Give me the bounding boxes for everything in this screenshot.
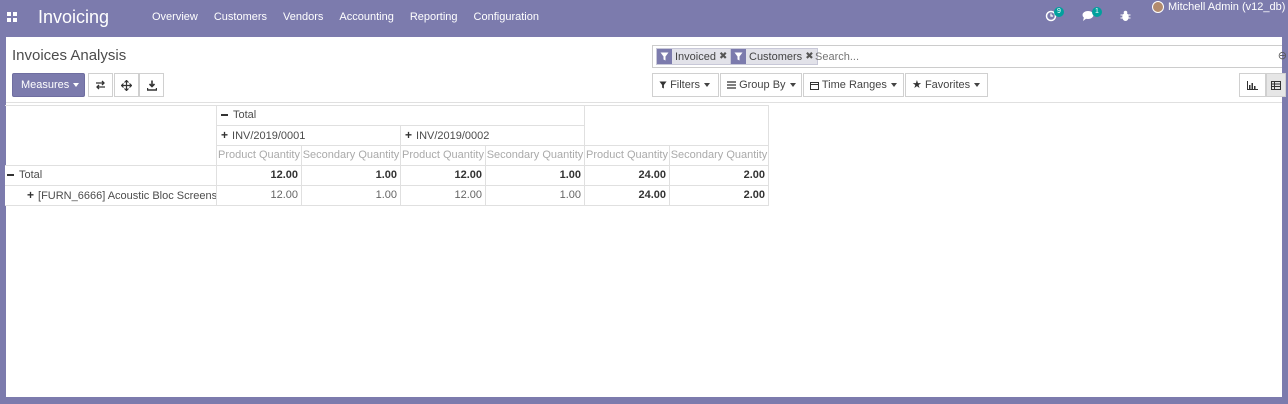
- expand-all-button[interactable]: [114, 73, 139, 97]
- measure-header[interactable]: Product Quantity: [584, 145, 670, 166]
- filters-dropdown[interactable]: Filters: [652, 73, 719, 97]
- timeranges-dropdown[interactable]: Time Ranges: [803, 73, 904, 97]
- menu-vendors[interactable]: Vendors: [283, 11, 323, 23]
- measure-header[interactable]: Secondary Quantity: [669, 145, 769, 166]
- measure-header[interactable]: Secondary Quantity: [301, 145, 401, 166]
- collapse-icon: [221, 114, 228, 117]
- row-header-label: [FURN_6666] Acoustic Bloc Screens: [38, 190, 217, 202]
- download-icon: [146, 80, 157, 91]
- pivot-cell: 1.00: [485, 185, 585, 206]
- groupby-dropdown[interactable]: Group By: [720, 73, 802, 97]
- facet-label: Invoiced: [675, 50, 716, 63]
- download-button[interactable]: [139, 73, 164, 97]
- menu-reporting[interactable]: Reporting: [410, 11, 458, 23]
- caret-down-icon: [73, 83, 80, 88]
- caret-down-icon: [704, 83, 711, 88]
- star-icon: ★: [912, 79, 922, 91]
- main-content: Invoices Analysis Measures Invoiced ✖ Cu…: [5, 37, 1287, 397]
- col-group-label: INV/2019/0001: [232, 130, 306, 142]
- menu-customers[interactable]: Customers: [214, 11, 267, 23]
- pivot-cell: 24.00: [584, 165, 670, 186]
- page-title: Invoices Analysis: [12, 47, 127, 64]
- col-header-group[interactable]: + INV/2019/0002: [400, 125, 585, 146]
- expand-icon: +: [221, 128, 229, 142]
- apps-menu-icon[interactable]: [7, 12, 17, 22]
- close-icon[interactable]: ✖: [719, 51, 730, 62]
- row-header-label: Total: [19, 169, 43, 181]
- col-header-total[interactable]: Total: [216, 105, 585, 126]
- filter-icon: [731, 49, 746, 64]
- menu-configuration[interactable]: Configuration: [474, 11, 539, 23]
- pivot-cell: 12.00: [216, 165, 302, 186]
- col-header-total-label: Total: [233, 109, 257, 121]
- pivot-cell: 2.00: [669, 165, 769, 186]
- measures-button[interactable]: Measures: [12, 73, 85, 97]
- arrows-icon: [120, 79, 133, 91]
- filter-icon: [657, 49, 672, 64]
- filter-icon: [659, 81, 667, 89]
- graph-view-button[interactable]: [1239, 73, 1266, 97]
- search-input[interactable]: [815, 49, 1255, 64]
- activity-button[interactable]: 9: [1045, 7, 1065, 25]
- measure-header[interactable]: Product Quantity: [216, 145, 302, 166]
- pivot-cell: 1.00: [301, 165, 401, 186]
- row-header-product[interactable]: + [FURN_6666] Acoustic Bloc Screens: [5, 185, 217, 206]
- facet-customers: Customers ✖: [730, 48, 818, 65]
- pivot-view-button[interactable]: [1266, 73, 1286, 97]
- groupby-label: Group By: [739, 79, 786, 91]
- caret-down-icon: [789, 83, 796, 88]
- favorites-label: Favorites: [924, 79, 971, 91]
- messages-button[interactable]: 1: [1082, 7, 1102, 25]
- messages-badge: 1: [1092, 7, 1102, 17]
- search-bar: Invoiced ✖ Customers ✖ ⊖: [652, 45, 1287, 68]
- user-name: Mitchell Admin (v12_db): [1168, 1, 1286, 13]
- col-header-group[interactable]: + INV/2019/0001: [216, 125, 401, 146]
- app-title[interactable]: Invoicing: [38, 7, 109, 28]
- filters-label: Filters: [670, 79, 701, 91]
- expand-icon: +: [405, 128, 413, 142]
- pivot-cell: 12.00: [400, 165, 486, 186]
- caret-down-icon: [974, 83, 981, 88]
- flip-axis-button[interactable]: [88, 73, 113, 97]
- bar-chart-icon: [1247, 80, 1258, 90]
- list-icon: [727, 81, 736, 89]
- favorites-dropdown[interactable]: ★ Favorites: [905, 73, 988, 97]
- collapse-icon: [7, 174, 14, 177]
- measure-header[interactable]: Product Quantity: [400, 145, 486, 166]
- bug-icon: [1120, 10, 1131, 21]
- measure-header[interactable]: Secondary Quantity: [485, 145, 585, 166]
- calendar-icon: [810, 81, 819, 90]
- timeranges-label: Time Ranges: [821, 79, 887, 91]
- pivot-cell: 2.00: [669, 185, 769, 206]
- row-header-total[interactable]: Total: [5, 165, 217, 186]
- user-menu[interactable]: Mitchell Admin (v12_db): [1152, 1, 1285, 13]
- measures-label: Measures: [21, 79, 70, 91]
- main-menu: Overview Customers Vendors Accounting Re…: [152, 11, 555, 23]
- col-group-label: INV/2019/0002: [416, 130, 490, 142]
- pivot-cell: 24.00: [584, 185, 670, 206]
- col-header-blank: [584, 105, 769, 147]
- control-panel: Invoices Analysis Measures Invoiced ✖ Cu…: [6, 37, 1287, 103]
- search-options-icon[interactable]: ⊖: [1278, 49, 1287, 62]
- caret-down-icon: [890, 83, 897, 88]
- debug-button[interactable]: [1120, 10, 1132, 24]
- activity-badge: 9: [1054, 7, 1064, 17]
- pivot-cell: 12.00: [216, 185, 302, 206]
- exchange-icon: [96, 80, 105, 90]
- pivot-cell: 12.00: [400, 185, 486, 206]
- facet-label: Customers: [749, 50, 803, 63]
- menu-overview[interactable]: Overview: [152, 11, 198, 23]
- pivot-corner: [5, 105, 217, 167]
- top-navbar: Invoicing Overview Customers Vendors Acc…: [0, 0, 1288, 37]
- menu-accounting[interactable]: Accounting: [339, 11, 393, 23]
- facet-invoiced: Invoiced ✖: [656, 48, 732, 65]
- pivot-cell: 1.00: [301, 185, 401, 206]
- avatar: [1152, 1, 1164, 13]
- expand-icon: +: [27, 188, 35, 202]
- pivot-cell: 1.00: [485, 165, 585, 186]
- table-icon: [1271, 80, 1281, 90]
